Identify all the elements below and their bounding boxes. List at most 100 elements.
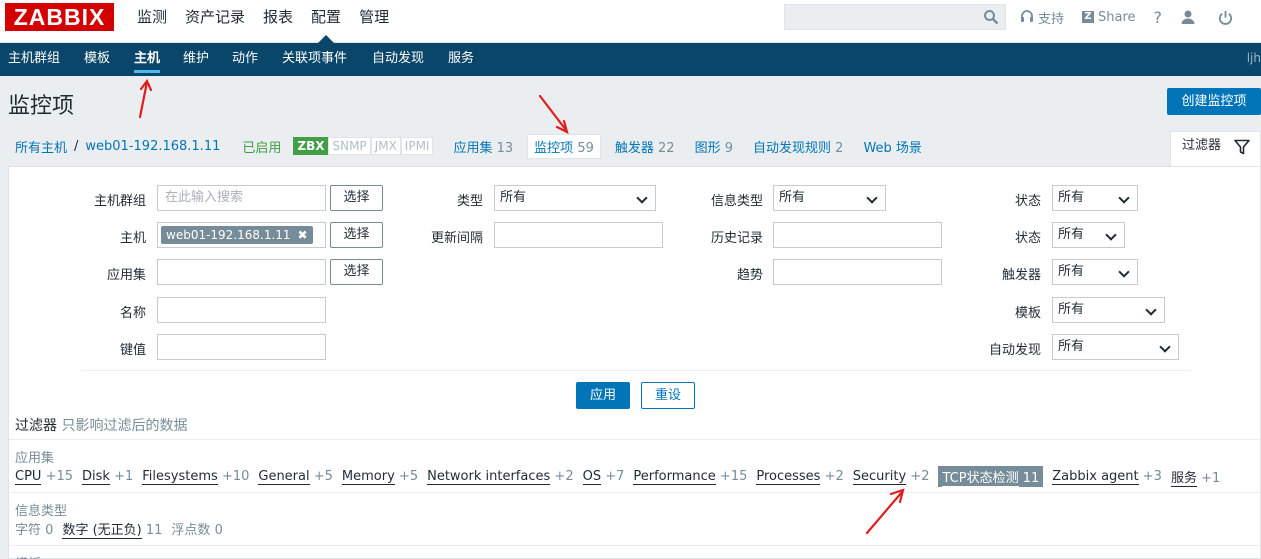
top-bar: ZABBIX 监测 资产记录 报表 配置 管理 支持 Z Share ? (0, 0, 1261, 43)
application-input[interactable] (157, 259, 326, 285)
discovery-select[interactable]: 所有 (1052, 334, 1179, 360)
zabbix-logo[interactable]: ZABBIX (5, 3, 114, 31)
app-option-name: General (258, 469, 310, 485)
subfilter-template-heading: 模板 (15, 553, 41, 559)
app-option[interactable]: Filesystems +10 (142, 469, 249, 485)
tab-items-count: 59 (577, 140, 594, 156)
menu-configuration[interactable]: 配置 (302, 0, 350, 43)
app-option[interactable]: Network interfaces +2 (427, 469, 574, 485)
all-hosts-link[interactable]: 所有主机 (15, 137, 67, 156)
interval-input[interactable] (494, 222, 663, 248)
app-option[interactable]: 服务 +1 (1170, 467, 1220, 487)
tab-web-scenarios[interactable]: Web 场景 (863, 137, 921, 156)
header-tools: 支持 Z Share ? (1020, 0, 1255, 34)
app-option[interactable]: OS +7 (582, 469, 625, 485)
host-group-input[interactable]: 在此输入搜索 (157, 185, 326, 211)
reset-button[interactable]: 重设 (641, 382, 695, 409)
app-option-name: Zabbix agent (1052, 469, 1139, 485)
menu-inventory[interactable]: 资产记录 (176, 0, 254, 43)
menu-administration[interactable]: 管理 (350, 0, 398, 43)
share-link[interactable]: Z Share (1082, 10, 1136, 25)
support-link[interactable]: 支持 (1020, 8, 1064, 27)
subnav-host-groups[interactable]: 主机群组 (8, 43, 60, 76)
info-type-option-name: 浮点数 (171, 523, 211, 538)
user-name: ljh (1246, 51, 1261, 65)
user-icon (1181, 10, 1195, 24)
subnav-maintenance[interactable]: 维护 (183, 43, 209, 76)
app-option-count: +7 (605, 469, 625, 484)
tab-graphs[interactable]: 图形 9 (695, 137, 733, 156)
subnav-actions[interactable]: 动作 (232, 43, 258, 76)
app-option[interactable]: TCP状态检测 11 (938, 466, 1044, 487)
info-type-option[interactable]: 浮点数 0 (171, 519, 222, 538)
ipmi-badge: IPMI (400, 137, 434, 155)
subnav-services[interactable]: 服务 (448, 43, 474, 76)
subfilter-hint: 只影响过滤后的数据 (61, 418, 188, 434)
app-option[interactable]: Processes +2 (756, 469, 844, 485)
tab-applications[interactable]: 应用集 13 (453, 137, 513, 156)
type-select[interactable]: 所有 (494, 185, 656, 211)
host-input[interactable]: web01-192.168.1.11 ✖ (157, 222, 326, 248)
host-select-button[interactable]: 选择 (330, 222, 383, 248)
filter-tab[interactable]: 过滤器 (1170, 131, 1261, 168)
app-option[interactable]: Zabbix agent +3 (1052, 469, 1162, 485)
search-input[interactable] (784, 4, 1006, 30)
tab-triggers[interactable]: 触发器 22 (615, 137, 675, 156)
status-label: 状态 (1014, 231, 1041, 246)
help-link[interactable]: ? (1154, 8, 1163, 27)
tab-discovery-rules[interactable]: 自动发现规则 2 (753, 137, 843, 156)
type-label: 类型 (456, 194, 483, 209)
subnav-correlation[interactable]: 关联项事件 (282, 43, 347, 76)
search-icon[interactable] (983, 9, 999, 25)
app-option[interactable]: Memory +5 (341, 469, 418, 485)
app-option[interactable]: Security +2 (852, 469, 929, 485)
host-group-select-button[interactable]: 选择 (330, 185, 383, 211)
app-option[interactable]: Disk +1 (82, 469, 133, 485)
share-z-icon: Z (1082, 11, 1095, 23)
subnav-discovery[interactable]: 自动发现 (372, 43, 424, 76)
app-option[interactable]: CPU +15 (15, 469, 73, 485)
app-option-name: Memory (341, 469, 395, 485)
state-select[interactable]: 所有 (1052, 185, 1138, 211)
app-option[interactable]: Performance +15 (633, 469, 747, 485)
app-option-name: 服务 (1170, 471, 1197, 487)
app-option-count: +2 (824, 469, 844, 484)
app-option-count: +3 (1142, 469, 1162, 484)
power-icon (1218, 10, 1233, 25)
info-type-option-name: 字符 (15, 523, 42, 538)
info-type-option[interactable]: 字符 0 (15, 519, 53, 538)
subnav-templates[interactable]: 模板 (84, 43, 110, 76)
host-chip-label: web01-192.168.1.11 (166, 228, 291, 242)
status-select[interactable]: 所有 (1052, 222, 1125, 248)
tab-triggers-count: 22 (658, 140, 675, 156)
subfilter-divider (9, 439, 1261, 440)
chip-remove-icon[interactable]: ✖ (298, 226, 308, 244)
history-label: 历史记录 (710, 231, 763, 246)
app-option[interactable]: General +5 (258, 469, 333, 485)
info-type-option-count: 0 (45, 523, 54, 538)
template-select[interactable]: 所有 (1052, 297, 1165, 323)
host-link[interactable]: web01-192.168.1.11 (85, 139, 220, 154)
triggers-select[interactable]: 所有 (1052, 259, 1138, 285)
create-item-button[interactable]: 创建监控项 (1167, 88, 1261, 115)
tab-items[interactable]: 监控项 59 (527, 133, 601, 159)
application-select-button[interactable]: 选择 (330, 259, 383, 285)
info-type-select[interactable]: 所有 (773, 185, 886, 211)
main-menu: 监测 资产记录 报表 配置 管理 (128, 0, 398, 43)
history-input[interactable] (773, 222, 942, 248)
tab-applications-label: 应用集 (453, 140, 493, 156)
host-status-enabled: 已启用 (242, 140, 282, 156)
application-label: 应用集 (106, 268, 146, 283)
apply-button[interactable]: 应用 (576, 382, 630, 409)
trends-input[interactable] (773, 259, 942, 285)
key-input[interactable] (157, 334, 326, 360)
menu-reports[interactable]: 报表 (254, 0, 302, 43)
profile-link[interactable] (1180, 9, 1200, 25)
logout-link[interactable] (1218, 10, 1237, 25)
name-input[interactable] (157, 297, 326, 323)
subnav-hosts[interactable]: 主机 (134, 43, 161, 76)
menu-monitoring[interactable]: 监测 (128, 0, 176, 43)
subfilter-title-text: 过滤器 (15, 418, 57, 434)
annotation-arrow-hosts (138, 80, 149, 119)
info-type-option[interactable]: 数字 (无正负) 11 (62, 519, 162, 539)
